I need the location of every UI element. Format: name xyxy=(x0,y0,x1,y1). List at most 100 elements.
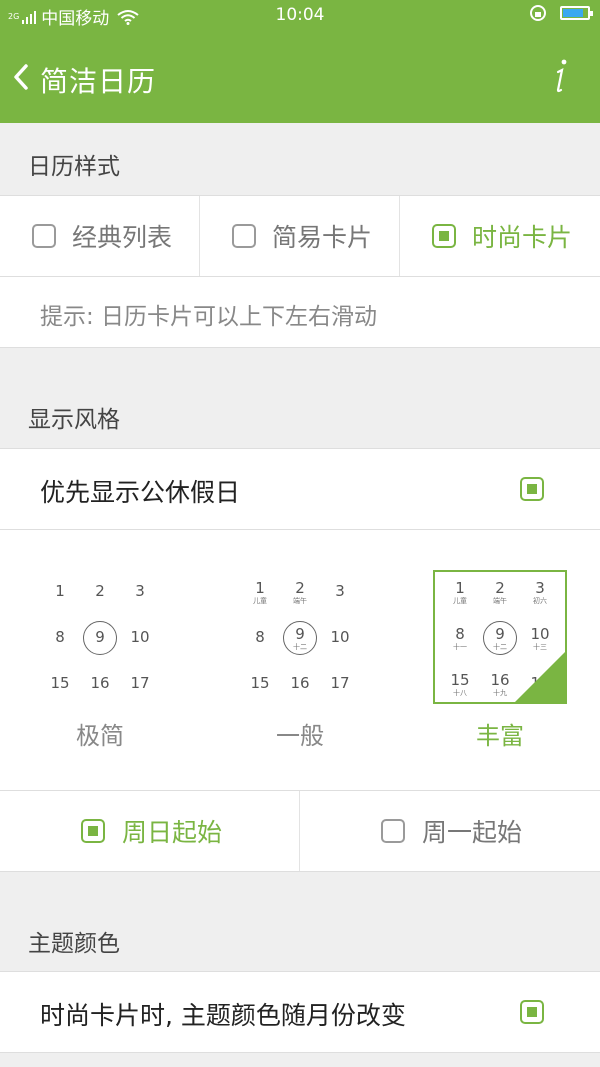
lunar-label: 十一 xyxy=(453,643,467,651)
lunar-label: 十八 xyxy=(453,689,467,697)
calendar-day: 10 十三 xyxy=(520,625,560,652)
checkbox[interactable] xyxy=(381,819,405,843)
day-number: 9 xyxy=(95,628,105,646)
day-number: 2 xyxy=(495,579,505,597)
checkbox[interactable] xyxy=(81,819,105,843)
day-number: 10 xyxy=(130,628,150,646)
lunar-label: 端午 xyxy=(493,597,507,605)
battery-level xyxy=(563,9,584,17)
calendar-day: 17 xyxy=(120,674,160,692)
lunar-label: 儿童 xyxy=(453,597,467,605)
lunar-label: 儿童 xyxy=(253,597,267,605)
day-number: 15 xyxy=(250,674,270,692)
calendar-day: 9 十二 xyxy=(480,625,520,652)
calendar-day: 16 xyxy=(280,674,320,692)
day-number: 8 xyxy=(255,628,265,646)
rotation-lock-icon xyxy=(530,5,546,21)
day-number: 3 xyxy=(335,582,345,600)
calendar-day: 9 十二 xyxy=(280,625,320,652)
calendar-day: 10 xyxy=(320,628,360,646)
style-preview-3[interactable]: 1儿童2端午3初六8十一9十二10十三15十八16十九17 xyxy=(433,570,567,704)
day-number: 1 xyxy=(255,579,265,597)
day-number: 17 xyxy=(330,674,350,692)
day-number: 17 xyxy=(130,674,150,692)
section-display-style: 显示风格 xyxy=(0,348,600,448)
week-start-row: 周日起始 周一起始 xyxy=(0,791,600,871)
option-week-start-monday[interactable]: 周一起始 xyxy=(300,791,600,871)
app-bar: 简洁日历 xyxy=(0,32,600,123)
calendar-day: 3 xyxy=(320,582,360,600)
style-preview-label: 一般 xyxy=(276,722,324,750)
day-number: 1 xyxy=(55,582,65,600)
section-calendar-style: 日历样式 xyxy=(0,123,600,195)
style-preview-1[interactable]: 1 2 3 8 9 10 15 16 17 xyxy=(33,570,167,704)
day-number: 16 xyxy=(290,674,310,692)
theme-checkbox[interactable] xyxy=(520,1000,544,1024)
option-simple-card[interactable]: 简易卡片 xyxy=(200,196,399,276)
style-preview-2[interactable]: 1 儿童 2 端午 3 8 9 十二 10 15 16 17 xyxy=(233,570,367,704)
calendar-day: 2 端午 xyxy=(480,579,520,606)
section-theme-color: 主题颜色 xyxy=(0,872,600,972)
hint-row: 提示: 日历卡片可以上下左右滑动 xyxy=(0,277,600,347)
style-preview-label: 丰富 xyxy=(476,722,524,750)
option-label: 周一起始 xyxy=(422,818,523,847)
theme-row[interactable]: 时尚卡片时, 主题颜色随月份改变 xyxy=(0,972,600,1052)
calendar-style-options: 经典列表 简易卡片 时尚卡片 xyxy=(0,196,600,276)
day-number: 10 xyxy=(330,628,350,646)
calendar-day: 8 xyxy=(240,628,280,646)
day-number: 8 xyxy=(55,628,65,646)
calendar-day: 3 初六 xyxy=(520,579,560,606)
calendar-day: 15 十八 xyxy=(440,671,480,698)
day-number: 2 xyxy=(295,579,305,597)
battery-icon xyxy=(560,6,593,20)
option-label: 经典列表 xyxy=(72,223,173,252)
top-bar: 2G 中国移动 10:04 简洁日历 xyxy=(0,0,600,123)
day-number: 9 xyxy=(495,625,505,643)
checkbox[interactable] xyxy=(232,224,256,248)
day-number: 16 xyxy=(90,674,110,692)
section-title: 日历样式 xyxy=(28,154,120,180)
status-bar: 2G 中国移动 10:04 xyxy=(0,0,600,32)
calendar-day: 9 xyxy=(80,628,120,646)
section-title: 主题颜色 xyxy=(28,931,120,957)
selected-corner-icon xyxy=(515,652,565,702)
holiday-row[interactable]: 优先显示公休假日 xyxy=(0,449,600,529)
calendar-day: 17 xyxy=(320,674,360,692)
holiday-label: 优先显示公休假日 xyxy=(40,478,241,507)
lunar-label: 端午 xyxy=(293,597,307,605)
lunar-label: 十二 xyxy=(293,643,307,651)
option-week-start-sunday[interactable]: 周日起始 xyxy=(0,791,299,871)
calendar-day: 1 儿童 xyxy=(240,579,280,606)
lunar-label: 初六 xyxy=(533,597,547,605)
chevron-left-icon[interactable] xyxy=(10,62,34,92)
calendar-day: 16 xyxy=(80,674,120,692)
day-number: 1 xyxy=(455,579,465,597)
calendar-day: 15 xyxy=(40,674,80,692)
calendar-day: 1 儿童 xyxy=(440,579,480,606)
calendar-day: 2 xyxy=(80,582,120,600)
info-icon[interactable] xyxy=(552,56,570,96)
clock: 10:04 xyxy=(275,5,325,25)
day-number: 8 xyxy=(455,625,465,643)
option-classic-list[interactable]: 经典列表 xyxy=(0,196,199,276)
preview-row: 1 2 3 8 9 10 15 16 17 极简 1 儿童 2 端午 3 8 9 十二 10 15 16 17 一般 1 儿童 2… xyxy=(0,530,600,790)
option-label: 周日起始 xyxy=(122,818,223,847)
day-number: 15 xyxy=(450,671,470,689)
style-preview-label: 极简 xyxy=(76,722,124,750)
calendar-day: 15 xyxy=(240,674,280,692)
calendar-day: 8 十一 xyxy=(440,625,480,652)
day-number: 2 xyxy=(95,582,105,600)
checkbox[interactable] xyxy=(32,224,56,248)
holiday-checkbox[interactable] xyxy=(520,477,544,501)
calendar-day: 8 xyxy=(40,628,80,646)
page-title: 简洁日历 xyxy=(40,65,157,98)
checkbox[interactable] xyxy=(432,224,456,248)
hint-text: 提示: 日历卡片可以上下左右滑动 xyxy=(40,304,378,330)
theme-label: 时尚卡片时, 主题颜色随月份改变 xyxy=(40,1001,406,1030)
calendar-day: 1 xyxy=(40,582,80,600)
section-title: 显示风格 xyxy=(28,407,120,433)
day-number: 10 xyxy=(530,625,550,643)
option-fashion-card[interactable]: 时尚卡片 xyxy=(400,196,600,276)
day-number: 3 xyxy=(535,579,545,597)
day-number: 3 xyxy=(135,582,145,600)
